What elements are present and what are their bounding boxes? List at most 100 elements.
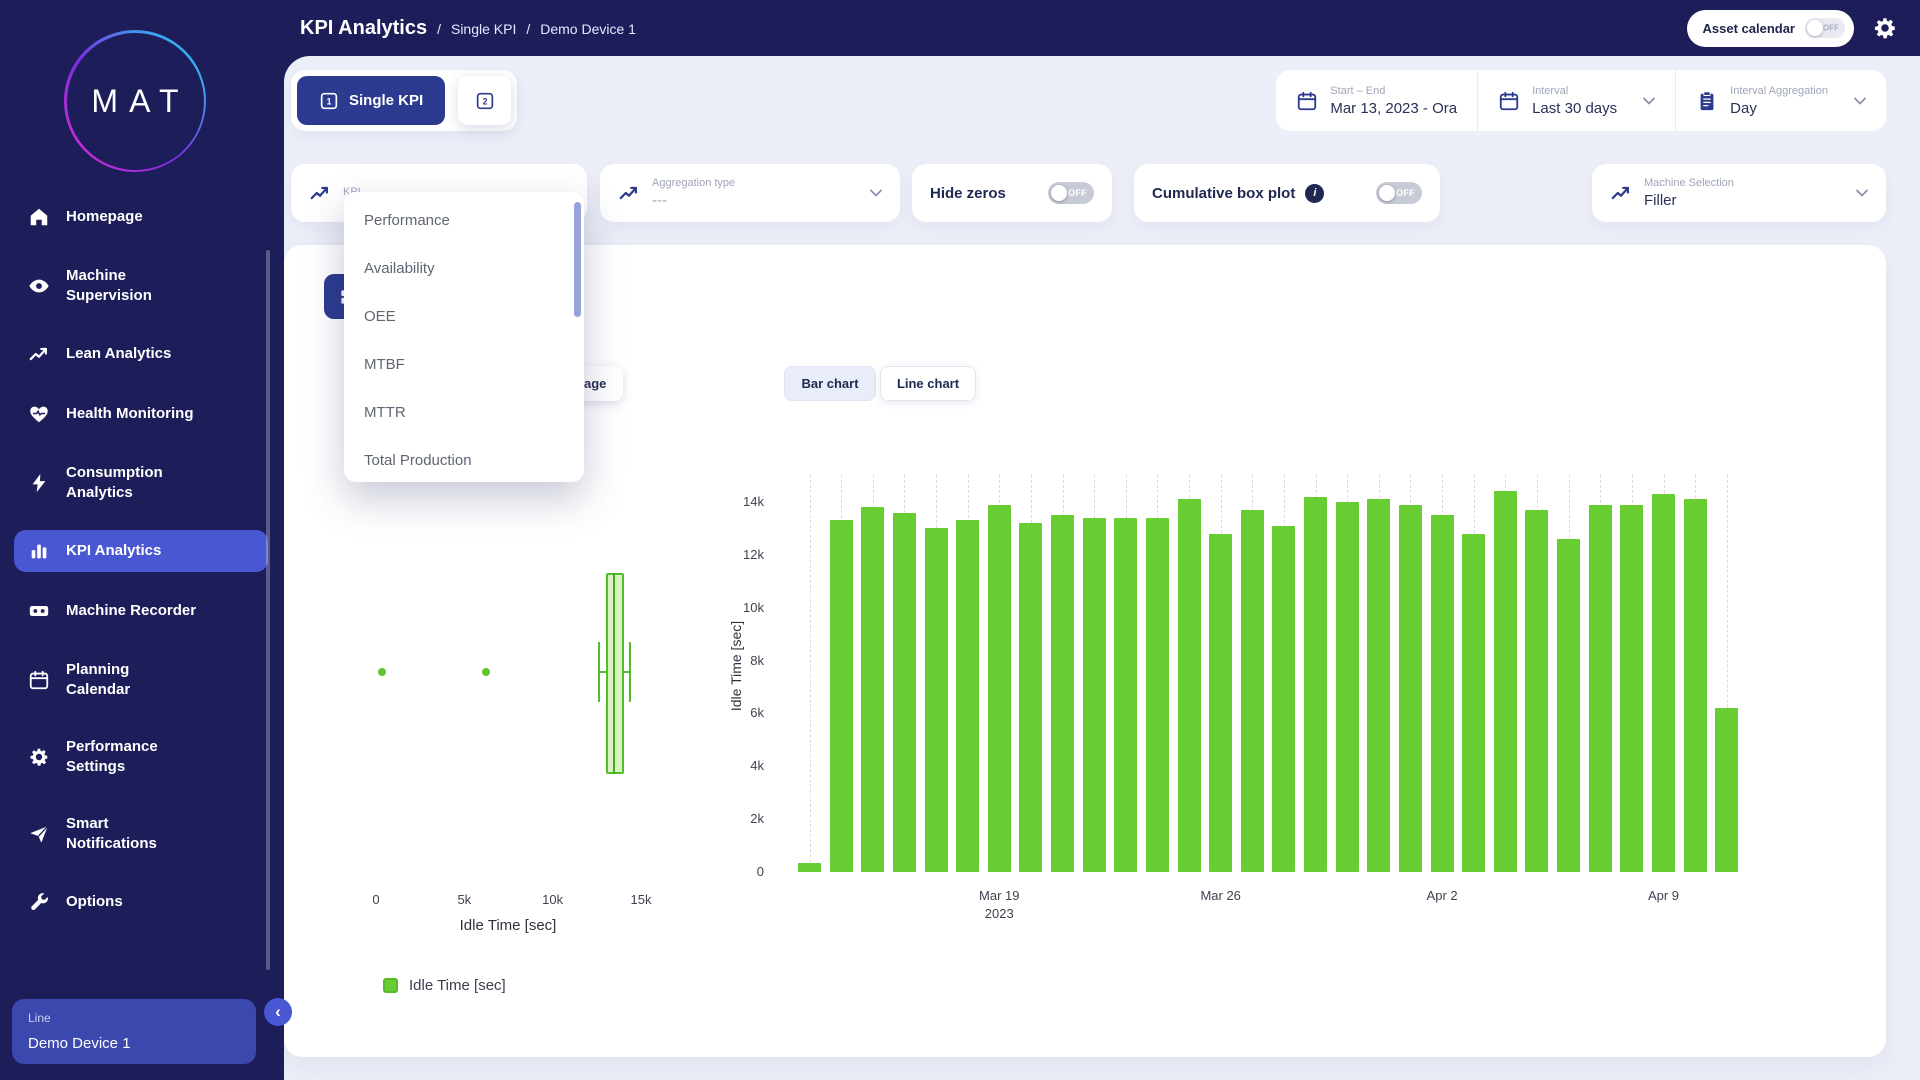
asset-calendar-toggle[interactable]: OFF xyxy=(1805,18,1845,38)
aggregation-type-select[interactable]: Aggregation type --- xyxy=(600,164,900,222)
bar[interactable] xyxy=(861,507,884,872)
y-tick-label: 0 xyxy=(694,864,764,879)
bar[interactable] xyxy=(988,505,1011,872)
sidebar-item-machine-supervision[interactable]: Machine Supervision xyxy=(14,256,268,315)
sidebar-item-planning-calendar[interactable]: Planning Calendar xyxy=(14,650,268,709)
bar[interactable] xyxy=(1620,505,1643,872)
bar[interactable] xyxy=(1209,534,1232,872)
mat-logo: MAT xyxy=(64,30,206,172)
sidebar-item-smart-notifications[interactable]: Smart Notifications xyxy=(14,804,268,863)
interval-select[interactable]: Interval Last 30 days xyxy=(1477,70,1675,131)
single-kpi-button[interactable]: 1 Single KPI xyxy=(297,76,445,125)
chevron-down-icon xyxy=(1854,97,1866,105)
sidebar: MAT Homepage Machine Supervision Lean Anal… xyxy=(0,0,284,1080)
sidebar-item-health-monitoring[interactable]: Health Monitoring xyxy=(14,393,268,435)
kpi-dropdown: PerformanceAvailabilityOEEMTBFMTTRTotal … xyxy=(344,192,584,482)
bar[interactable] xyxy=(1431,515,1454,872)
toggle-knob xyxy=(1379,185,1395,201)
kpi-trend-icon xyxy=(309,182,331,204)
bar[interactable] xyxy=(1399,505,1422,872)
svg-text:2: 2 xyxy=(482,96,487,106)
calendar-check-icon xyxy=(1296,90,1318,112)
legend: Idle Time [sec] xyxy=(383,977,506,994)
gear-icon xyxy=(28,746,50,768)
bar[interactable] xyxy=(1272,526,1295,872)
info-icon[interactable]: i xyxy=(1305,184,1324,203)
kpi-option-total-production[interactable]: Total Production xyxy=(344,436,584,484)
bar[interactable] xyxy=(1589,505,1612,872)
x-tick-label: Apr 2 xyxy=(1397,888,1487,903)
bar[interactable] xyxy=(1462,534,1485,872)
chevron-left-icon: ‹ xyxy=(275,1002,281,1022)
kpi-option-oee[interactable]: OEE xyxy=(344,292,584,340)
date-range-label: Start – End xyxy=(1330,85,1457,97)
legend-swatch xyxy=(383,978,398,993)
sidebar-item-homepage[interactable]: Homepage xyxy=(14,196,268,238)
bar[interactable] xyxy=(1178,499,1201,872)
chevron-down-icon xyxy=(1643,97,1655,105)
machine-selection-select[interactable]: Machine Selection Filler xyxy=(1592,164,1886,222)
bar[interactable] xyxy=(830,520,853,872)
kpi-dropdown-scrollbar[interactable] xyxy=(574,202,581,317)
sidebar-item-consumption-analytics[interactable]: Consumption Analytics xyxy=(14,453,268,512)
sidebar-item-label: Options xyxy=(66,892,123,912)
kpi-option-mttr[interactable]: MTTR xyxy=(344,388,584,436)
date-range-picker[interactable]: Start – End Mar 13, 2023 - Ora xyxy=(1276,70,1477,131)
interval-aggregation-label: Interval Aggregation xyxy=(1730,85,1828,97)
interval-aggregation-select[interactable]: Interval Aggregation Day xyxy=(1675,70,1886,131)
bar[interactable] xyxy=(1525,510,1548,872)
bar[interactable] xyxy=(1557,539,1580,872)
bar[interactable] xyxy=(1652,494,1675,872)
settings-gear-icon[interactable] xyxy=(1872,15,1898,41)
bar[interactable] xyxy=(1241,510,1264,872)
bolt-icon xyxy=(28,472,50,494)
single-kpi-label: Single KPI xyxy=(349,92,423,109)
sidebar-item-performance-settings[interactable]: Performance Settings xyxy=(14,727,268,786)
single-kpi-icon: 1 xyxy=(319,91,339,111)
toggle-knob xyxy=(1051,185,1067,201)
gridline xyxy=(810,475,811,872)
bar[interactable] xyxy=(1494,491,1517,872)
toggle-state: OFF xyxy=(1823,24,1839,33)
sidebar-collapse-button[interactable]: ‹ xyxy=(264,998,292,1026)
hide-zeros-toggle[interactable]: OFF xyxy=(1048,182,1094,204)
legend-label: Idle Time [sec] xyxy=(409,977,506,994)
asset-calendar-control[interactable]: Asset calendar OFF xyxy=(1687,10,1855,47)
multi-kpi-button[interactable]: 2 xyxy=(458,76,511,125)
bar[interactable] xyxy=(1051,515,1074,872)
sidebar-item-label: Consumption Analytics xyxy=(66,463,163,502)
bar[interactable] xyxy=(1114,518,1137,872)
sidebar-item-label: Machine Recorder xyxy=(66,601,196,621)
bar[interactable] xyxy=(1146,518,1169,872)
bar[interactable] xyxy=(925,528,948,872)
mat-logo-inner: MAT xyxy=(67,33,204,170)
bar[interactable] xyxy=(1083,518,1106,872)
bar[interactable] xyxy=(1367,499,1390,872)
kpi-dropdown-list: PerformanceAvailabilityOEEMTBFMTTRTotal … xyxy=(344,196,584,484)
breadcrumb-device[interactable]: Demo Device 1 xyxy=(540,21,636,37)
bar[interactable] xyxy=(1304,497,1327,872)
interval-label: Interval xyxy=(1532,85,1617,97)
sidebar-item-machine-recorder[interactable]: Machine Recorder xyxy=(14,590,268,632)
bar[interactable] xyxy=(1684,499,1707,872)
sidebar-item-kpi-analytics[interactable]: KPI Analytics xyxy=(14,530,268,572)
bar[interactable] xyxy=(1019,523,1042,872)
sidebar-item-lean-analytics[interactable]: Lean Analytics xyxy=(14,333,268,375)
kpi-option-mtbf[interactable]: MTBF xyxy=(344,340,584,388)
bar[interactable] xyxy=(1336,502,1359,872)
kpi-option-performance[interactable]: Performance xyxy=(344,196,584,244)
bar[interactable] xyxy=(956,520,979,872)
kpi-option-availability[interactable]: Availability xyxy=(344,244,584,292)
sidebar-menu: Homepage Machine Supervision Lean Analytic… xyxy=(14,196,268,923)
device-card[interactable]: Line Demo Device 1 xyxy=(12,999,256,1064)
bar[interactable] xyxy=(1715,708,1738,872)
sidebar-scrollbar[interactable] xyxy=(266,250,270,970)
cumulative-box-plot-toggle[interactable]: OFF xyxy=(1376,182,1422,204)
bar[interactable] xyxy=(798,863,821,872)
breadcrumb-single-kpi[interactable]: Single KPI xyxy=(451,21,516,37)
sidebar-item-label: Homepage xyxy=(66,207,143,227)
breadcrumb-separator: / xyxy=(526,21,530,37)
svg-text:1: 1 xyxy=(327,96,332,106)
sidebar-item-options[interactable]: Options xyxy=(14,881,268,923)
bar[interactable] xyxy=(893,513,916,872)
